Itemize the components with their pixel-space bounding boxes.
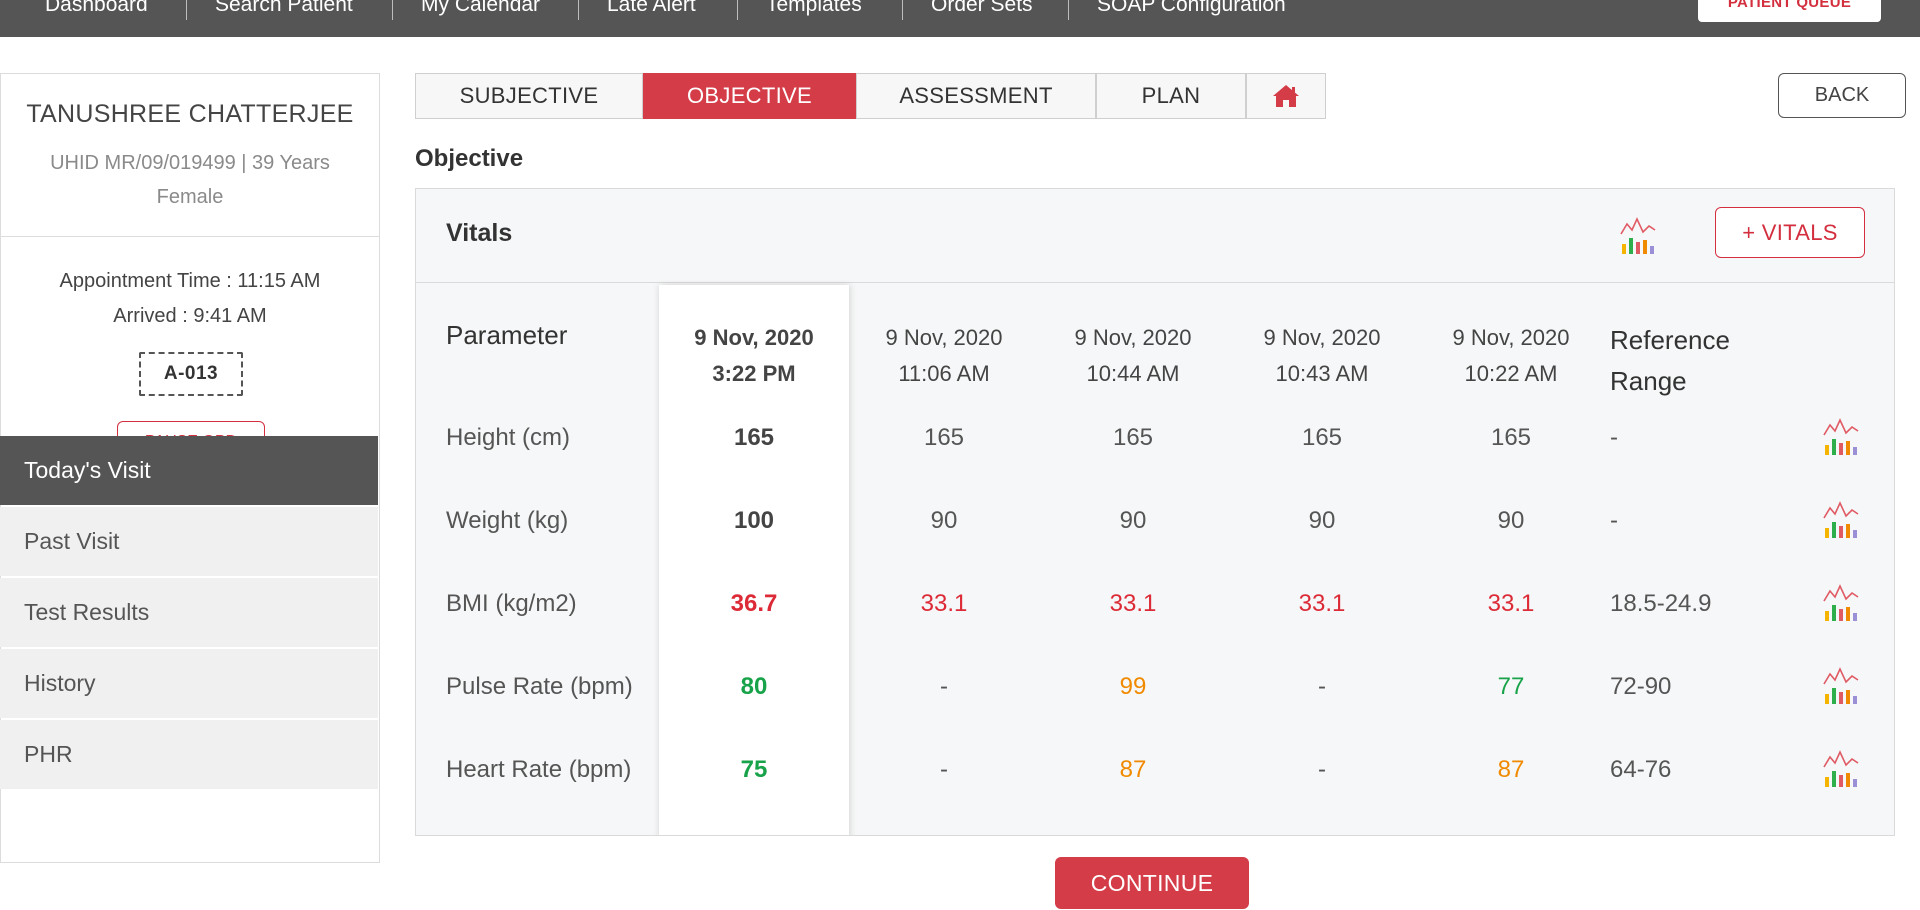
row-label: Heart Rate (bpm): [446, 756, 632, 783]
vital-value: 165: [1112, 424, 1154, 451]
vital-value: 87: [1119, 756, 1147, 783]
nav-separator: [737, 0, 738, 20]
vital-value: -: [1318, 756, 1326, 783]
vital-value: 99: [1119, 673, 1147, 700]
tab-assessment[interactable]: ASSESSMENT: [856, 73, 1096, 119]
date-header-time: 11:06 AM: [898, 361, 990, 386]
date-header-date: 9 Nov, 2020: [1074, 325, 1192, 350]
vital-value: 33.1: [920, 590, 968, 617]
visit-sidebar: Today's Visit Past Visit Test Results Hi…: [0, 436, 378, 791]
vitals-row-heart-rate: Heart Rate (bpm) 75 - 87 - 87 64-76: [416, 728, 1894, 811]
nav-separator: [1068, 0, 1069, 20]
vital-value: 77: [1497, 673, 1525, 700]
vital-value: -: [1318, 673, 1326, 700]
vital-value: 33.1: [1109, 590, 1157, 617]
patient-name: TANUSHREE CHATTERJEE: [26, 100, 354, 128]
trend-chart-icon[interactable]: [1822, 583, 1860, 623]
date-header-date: 9 Nov, 2020: [694, 325, 814, 350]
date-header-time: 3:22 PM: [712, 361, 796, 386]
nav-dashboard[interactable]: Dashboard: [45, 0, 148, 16]
chart-icon[interactable]: [1619, 216, 1657, 256]
nav-soap-configuration[interactable]: SOAP Configuration: [1097, 0, 1286, 16]
reference-range: 18.5-24.9: [1610, 590, 1712, 617]
reference-range: 72-90: [1610, 673, 1672, 700]
nav-separator: [902, 0, 903, 20]
continue-button[interactable]: CONTINUE: [1055, 857, 1249, 909]
sidebar-item-history[interactable]: History: [0, 649, 378, 718]
tab-home[interactable]: [1246, 73, 1326, 119]
vital-value: 33.1: [1487, 590, 1535, 617]
reference-range: -: [1610, 507, 1618, 534]
reference-range: 64-76: [1610, 756, 1672, 783]
vitals-title: Vitals: [446, 219, 513, 247]
vital-value: 75: [740, 756, 768, 783]
nav-separator: [392, 0, 393, 20]
vital-value: 90: [930, 507, 958, 534]
top-nav-bar: Dashboard Search Patient My Calendar Lat…: [0, 0, 1920, 37]
add-vitals-button[interactable]: + VITALS: [1715, 207, 1865, 258]
row-label: Height (cm): [446, 424, 571, 451]
arrived-time: Arrived : 9:41 AM: [113, 305, 267, 327]
trend-chart-icon[interactable]: [1822, 417, 1860, 457]
tab-subjective[interactable]: SUBJECTIVE: [415, 73, 643, 119]
vital-value: 165: [733, 424, 775, 451]
date-header-date: 9 Nov, 2020: [1263, 325, 1381, 350]
section-title: Objective: [415, 145, 524, 172]
token-number: A-013: [139, 352, 243, 396]
vitals-panel: Vitals + VITALS Parameter 9 Nov, 2020 3:…: [415, 188, 1895, 836]
vital-value: 90: [1497, 507, 1525, 534]
vitals-row-bmi: BMI (kg/m2) 36.7 33.1 33.1 33.1 33.1 18.…: [416, 562, 1894, 645]
date-header-date: 9 Nov, 2020: [1452, 325, 1570, 350]
nav-separator: [578, 0, 579, 20]
vitals-header: Vitals + VITALS: [416, 189, 1894, 283]
vital-value: 90: [1119, 507, 1147, 534]
nav-late-alert[interactable]: Late Alert: [607, 0, 696, 16]
vital-value: 165: [1490, 424, 1532, 451]
vitals-row-pulse-rate: Pulse Rate (bpm) 80 - 99 - 77 72-90: [416, 645, 1894, 728]
appointment-time: Appointment Time : 11:15 AM: [59, 270, 321, 292]
vitals-row-weight: Weight (kg) 100 90 90 90 90 -: [416, 479, 1894, 562]
vitals-row-height: Height (cm) 165 165 165 165 165 -: [416, 396, 1894, 479]
back-button[interactable]: BACK: [1778, 73, 1906, 118]
row-label: Weight (kg): [446, 507, 569, 534]
home-icon: [1273, 85, 1299, 107]
sidebar-item-todays-visit[interactable]: Today's Visit: [0, 436, 378, 505]
vital-value: 165: [1301, 424, 1343, 451]
nav-templates[interactable]: Templates: [766, 0, 862, 16]
sidebar-item-past-visit[interactable]: Past Visit: [0, 507, 378, 576]
nav-my-calendar[interactable]: My Calendar: [421, 0, 540, 16]
tab-objective[interactable]: OBJECTIVE: [643, 73, 856, 119]
patient-meta: UHID MR/09/019499 | 39 Years Female: [50, 152, 330, 208]
vital-value: 87: [1497, 756, 1525, 783]
nav-order-sets[interactable]: Order Sets: [931, 0, 1033, 16]
sidebar-item-phr[interactable]: PHR: [0, 720, 378, 789]
date-header-date: 9 Nov, 2020: [885, 325, 1003, 350]
card-divider: [1, 236, 379, 237]
vital-value: -: [940, 756, 948, 783]
trend-chart-icon[interactable]: [1822, 500, 1860, 540]
vital-value: -: [940, 673, 948, 700]
vital-value: 36.7: [730, 590, 778, 617]
soap-tabs: SUBJECTIVE OBJECTIVE ASSESSMENT PLAN: [415, 73, 1326, 119]
date-header-time: 10:22 AM: [1464, 361, 1558, 386]
trend-chart-icon[interactable]: [1822, 666, 1860, 706]
vital-value: 80: [740, 673, 768, 700]
vital-value: 90: [1308, 507, 1336, 534]
date-header-time: 10:44 AM: [1086, 361, 1180, 386]
date-header-time: 10:43 AM: [1275, 361, 1369, 386]
row-label: Pulse Rate (bpm): [446, 673, 633, 700]
appointment-info: Appointment Time : 11:15 AM Arrived : 9:…: [1, 264, 379, 334]
vital-value: 33.1: [1298, 590, 1346, 617]
nav-search-patient[interactable]: Search Patient: [215, 0, 353, 16]
nav-separator: [186, 0, 187, 20]
vital-value: 100: [733, 507, 775, 534]
row-label: BMI (kg/m2): [446, 590, 577, 617]
vital-value: 165: [923, 424, 965, 451]
tab-plan[interactable]: PLAN: [1096, 73, 1246, 119]
sidebar-item-test-results[interactable]: Test Results: [0, 578, 378, 647]
reference-range: -: [1610, 424, 1618, 451]
patient-queue-button[interactable]: PATIENT QUEUE: [1698, 0, 1881, 22]
trend-chart-icon[interactable]: [1822, 749, 1860, 789]
